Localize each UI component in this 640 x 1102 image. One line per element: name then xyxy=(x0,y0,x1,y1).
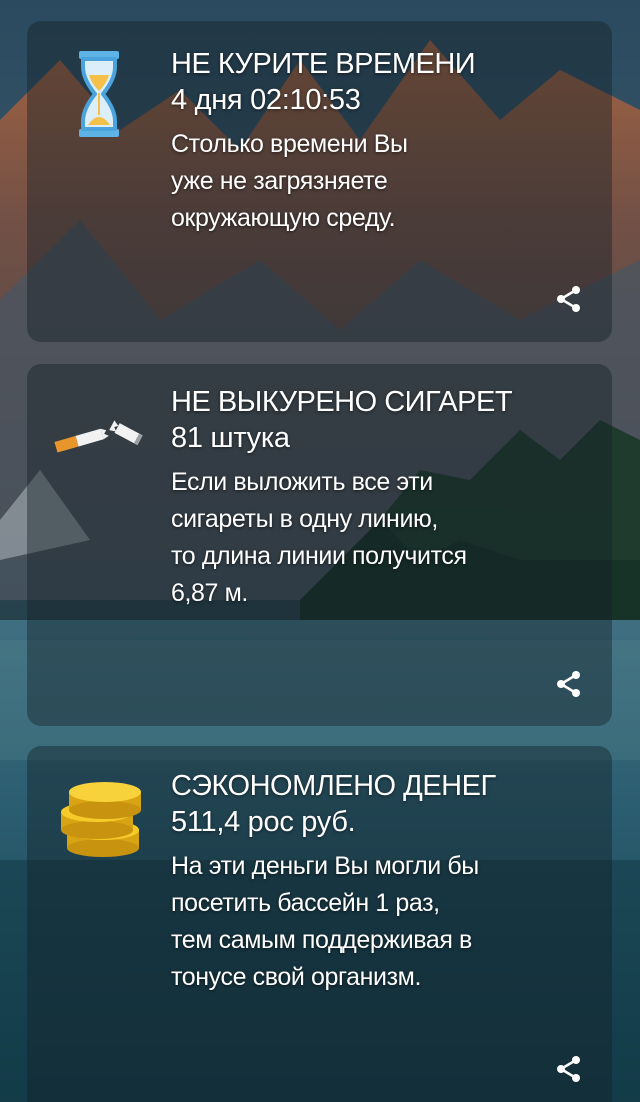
card-description: Если выложить все эти сигареты в одну ли… xyxy=(171,468,467,607)
cigarette-count-value: 81 штука xyxy=(171,422,290,454)
broken-cigarette-icon xyxy=(53,404,153,494)
card-description: На эти деньги Вы могли бы посетить бассе… xyxy=(171,852,479,991)
share-icon[interactable] xyxy=(553,1053,585,1085)
coins-icon xyxy=(53,774,153,864)
hourglass-icon xyxy=(53,49,153,139)
card-title: НЕ ВЫКУРЕНО СИГАРЕТ xyxy=(171,386,513,418)
money-saved-value: 511,4 рос руб. xyxy=(171,806,356,838)
card-description: Столько времени Вы уже не загрязняете ок… xyxy=(171,130,408,232)
time-counter-value: 4 дня 02:10:53 xyxy=(171,84,361,116)
share-icon[interactable] xyxy=(553,668,585,700)
card-title: СЭКОНОМЛЕНО ДЕНЕГ xyxy=(171,770,496,802)
card-money-saved: СЭКОНОМЛЕНО ДЕНЕГ 511,4 рос руб. На эти … xyxy=(27,746,612,1102)
card-time-not-smoking: НЕ КУРИТЕ ВРЕМЕНИ 4 дня 02:10:53 Столько… xyxy=(27,21,612,342)
share-icon[interactable] xyxy=(553,283,585,315)
card-cigarettes-not-smoked: НЕ ВЫКУРЕНО СИГАРЕТ 81 штука Если выложи… xyxy=(27,364,612,726)
card-title: НЕ КУРИТЕ ВРЕМЕНИ xyxy=(171,48,476,80)
